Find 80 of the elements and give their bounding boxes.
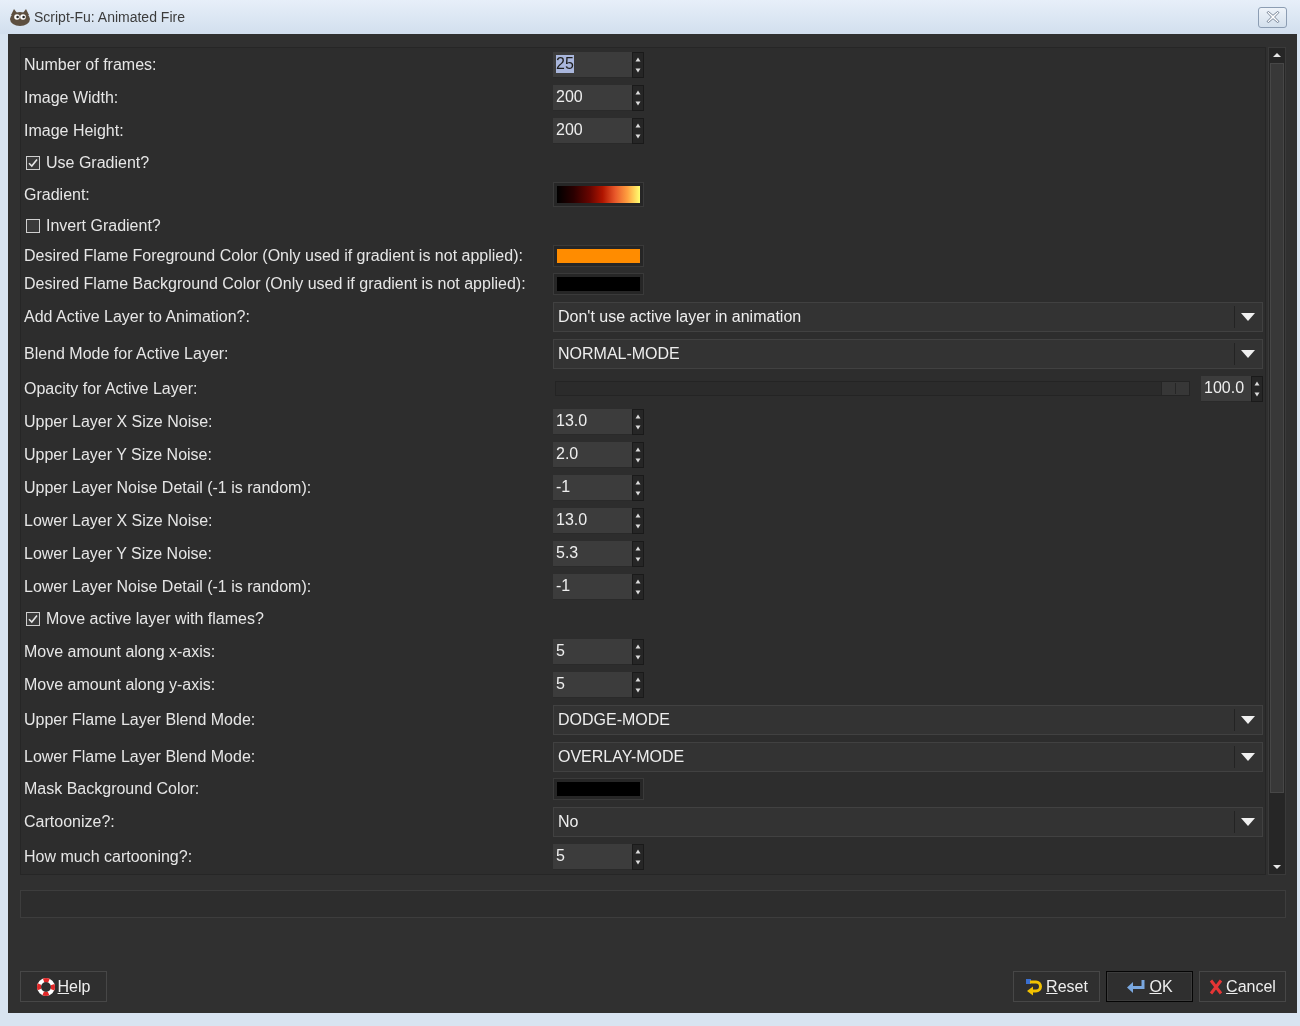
dropdown[interactable]: DODGE-MODE: [553, 704, 1263, 735]
number-field[interactable]: -1: [553, 474, 632, 501]
field-label: Lower Layer X Size Noise:: [24, 511, 213, 530]
caret-icon: [1241, 349, 1255, 358]
field-label: Cartoonize?:: [24, 812, 115, 831]
lifebuoy-icon: [36, 977, 55, 996]
dropdown[interactable]: NORMAL-MODE: [553, 338, 1263, 369]
checkbox[interactable]: [26, 156, 40, 170]
help-button[interactable]: Help: [20, 971, 107, 1002]
number-field[interactable]: 13.0: [553, 408, 632, 435]
field-label: Move amount along y-axis:: [24, 675, 216, 694]
number-field[interactable]: -1: [553, 573, 632, 600]
spin-button[interactable]: [632, 507, 644, 534]
spin-button[interactable]: [632, 638, 644, 665]
field-label: Blend Mode for Active Layer:: [24, 344, 229, 363]
number-field[interactable]: 100.0: [1201, 375, 1251, 402]
close-button[interactable]: [1258, 6, 1287, 28]
spin-button[interactable]: [632, 671, 644, 698]
field-label: Upper Layer Noise Detail (-1 is random):: [24, 478, 312, 497]
number-field[interactable]: 13.0: [553, 507, 632, 534]
field-label: Lower Layer Y Size Noise:: [24, 544, 212, 563]
reset-button[interactable]: Reset: [1013, 971, 1100, 1002]
number-field[interactable]: 200: [553, 117, 632, 144]
checkbox[interactable]: [26, 612, 40, 626]
checkbox[interactable]: [26, 219, 40, 233]
field-label: Upper Layer X Size Noise:: [24, 412, 213, 431]
spin-button[interactable]: [632, 117, 644, 144]
scroll-thumb[interactable]: [1270, 63, 1284, 793]
caret-icon: [1241, 752, 1255, 761]
caret-icon: [1241, 817, 1255, 826]
caret-icon: [1241, 312, 1255, 321]
checkbox-label[interactable]: Invert Gradient?: [46, 217, 161, 235]
number-field[interactable]: 5: [553, 638, 632, 665]
scrollbar[interactable]: [1268, 47, 1286, 875]
field-label: Desired Flame Foreground Color (Only used if gradient is not applied):: [24, 247, 523, 265]
gradient-swatch-icon: [557, 186, 640, 203]
spin-button[interactable]: [632, 84, 644, 111]
field-label: Add Active Layer to Animation?:: [24, 307, 250, 326]
field-label: Mask Background Color:: [24, 780, 200, 798]
undo-arrow-icon: [1025, 977, 1044, 996]
spin-button[interactable]: [632, 51, 644, 78]
number-field[interactable]: 25: [553, 51, 632, 78]
number-field[interactable]: 200: [553, 84, 632, 111]
field-label: Number of frames:: [24, 55, 157, 74]
spin-button[interactable]: [632, 441, 644, 468]
number-field[interactable]: 5: [553, 843, 632, 870]
spin-button[interactable]: [632, 573, 644, 600]
enter-arrow-icon: [1126, 978, 1147, 995]
field-label: Lower Flame Layer Blend Mode:: [24, 747, 256, 766]
animal-face-icon: [9, 8, 31, 26]
dropdown[interactable]: Don't use active layer in animation: [553, 301, 1263, 332]
spin-button[interactable]: [632, 540, 644, 567]
field-label: Image Height:: [24, 121, 124, 140]
field-label: Move amount along x-axis:: [24, 642, 216, 661]
field-label: How much cartooning?:: [24, 847, 193, 866]
field-label: Desired Flame Background Color (Only used if gradient is not applied):: [24, 275, 526, 293]
number-field[interactable]: 2.0: [553, 441, 632, 468]
field-label: Upper Flame Layer Blend Mode:: [24, 710, 256, 729]
checkbox-label[interactable]: Move active layer with flames?: [46, 610, 264, 628]
dropdown[interactable]: OVERLAY-MODE: [553, 741, 1263, 772]
checkbox-label[interactable]: Use Gradient?: [46, 154, 150, 172]
cancel-button[interactable]: Cancel: [1199, 971, 1286, 1002]
field-label: Gradient:: [24, 185, 90, 204]
window-title: Script-Fu: Animated Fire: [34, 9, 185, 25]
number-field[interactable]: 5.3: [553, 540, 632, 567]
spin-button[interactable]: [632, 843, 644, 870]
dropdown[interactable]: No: [553, 806, 1263, 837]
cross-icon: [1209, 978, 1224, 995]
caret-icon: [1241, 715, 1255, 724]
field-label: Upper Layer Y Size Noise:: [24, 445, 212, 464]
close-icon: [1265, 11, 1280, 23]
field-label: Opacity for Active Layer:: [24, 379, 198, 398]
field-label: Lower Layer Noise Detail (-1 is random):: [24, 577, 312, 596]
number-field[interactable]: 5: [553, 671, 632, 698]
ok-button[interactable]: OK: [1106, 971, 1193, 1002]
spin-button[interactable]: [632, 408, 644, 435]
spin-button[interactable]: [632, 474, 644, 501]
gradient-button[interactable]: [553, 182, 644, 207]
field-label: Image Width:: [24, 88, 119, 107]
spin-button[interactable]: [1251, 375, 1263, 402]
